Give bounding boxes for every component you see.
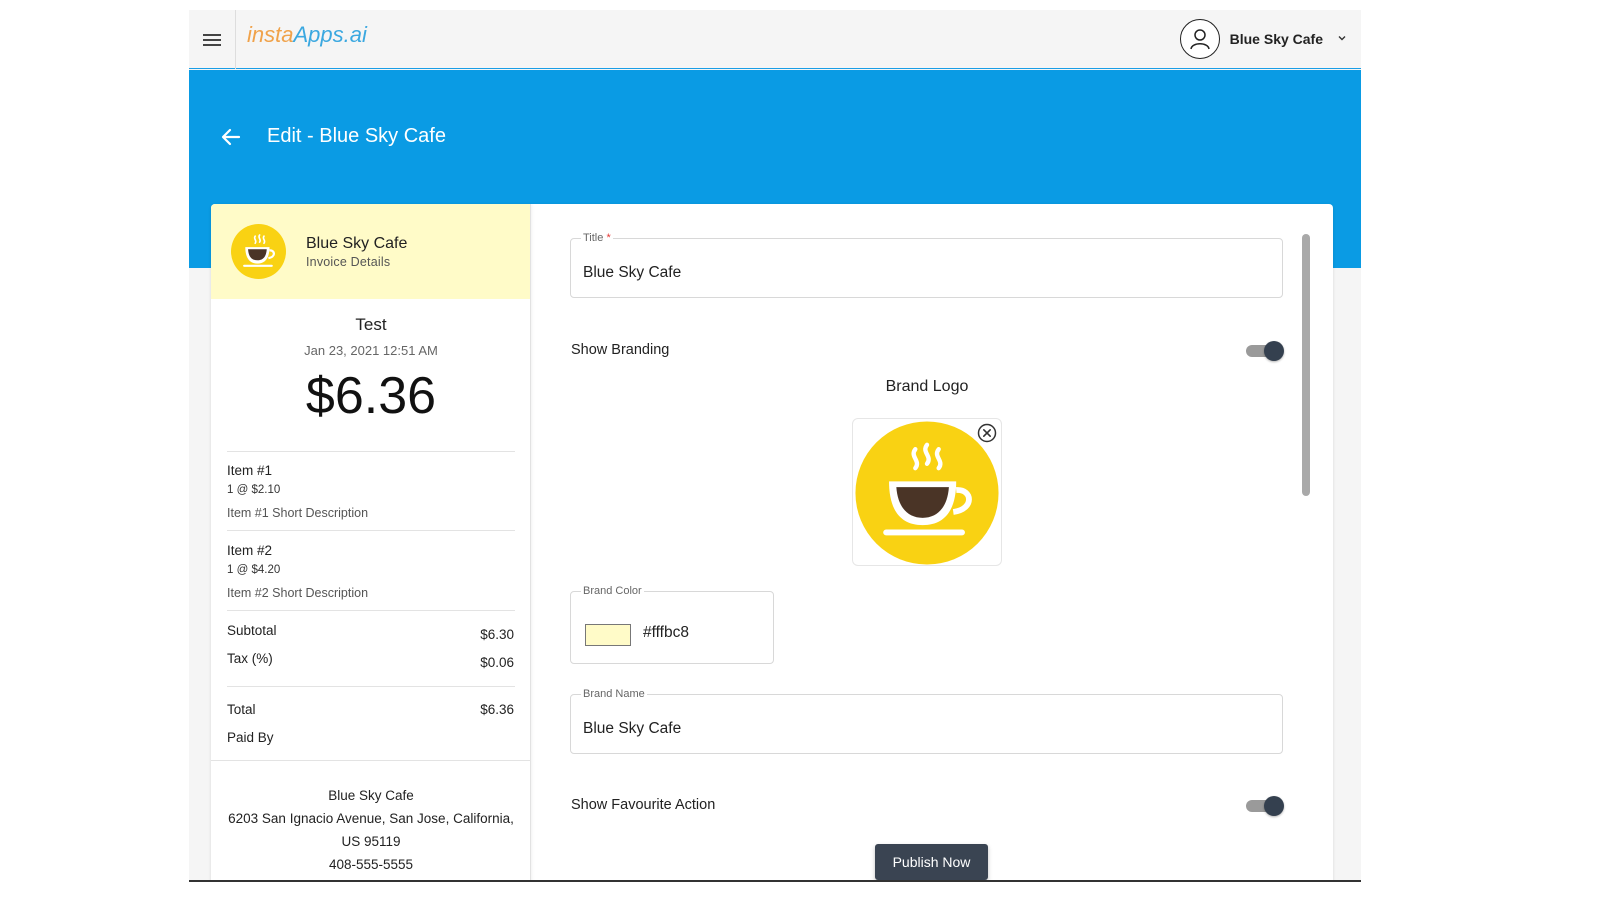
show-favourite-toggle[interactable] xyxy=(1246,796,1284,816)
invoice-date: Jan 23, 2021 12:51 AM xyxy=(304,343,438,358)
title-input[interactable]: Blue Sky Cafe xyxy=(583,264,681,282)
total-value: $6.36 xyxy=(480,702,514,717)
footer-phone: 408-555-5555 xyxy=(328,857,414,872)
brand-color-swatch[interactable] xyxy=(585,624,631,646)
footer-business-name: Blue Sky Cafe xyxy=(328,788,414,803)
brand-name-label: Brand Name xyxy=(581,688,647,700)
total-label: Total xyxy=(227,702,256,717)
show-branding-toggle[interactable] xyxy=(1246,341,1284,361)
footer-address-line2: US 95119 xyxy=(341,834,401,849)
coffee-cup-icon xyxy=(231,224,286,279)
edit-form: Title * Blue Sky Cafe Show Branding Bran… xyxy=(533,204,1333,880)
tax-value: $0.06 xyxy=(480,655,514,670)
title-field-label: Title * xyxy=(581,232,613,244)
invoice-name: Test xyxy=(355,315,387,334)
divider xyxy=(211,760,531,761)
toggle-thumb xyxy=(1264,796,1284,816)
chevron-down-icon xyxy=(1337,33,1347,46)
hamburger-icon xyxy=(203,33,221,46)
brand-logo-upload[interactable] xyxy=(852,418,1002,566)
invoice-preview: Blue Sky Cafe Invoice Details Test Jan 2… xyxy=(211,204,531,880)
page-title: Edit - Blue Sky Cafe xyxy=(267,125,446,147)
item-description: Item #2 Short Description xyxy=(227,586,369,600)
brand-name-input[interactable]: Blue Sky Cafe xyxy=(583,720,681,738)
divider xyxy=(227,610,515,611)
paid-by-label: Paid By xyxy=(227,730,274,745)
top-bar: instaApps.ai Blue Sky Cafe xyxy=(189,10,1361,69)
show-favourite-label: Show Favourite Action xyxy=(571,797,716,813)
brand-color-input[interactable]: #fffbc8 xyxy=(643,624,689,642)
close-circle-icon xyxy=(977,423,997,443)
edit-card: Blue Sky Cafe Invoice Details Test Jan 2… xyxy=(211,204,1333,880)
toggle-thumb xyxy=(1264,341,1284,361)
title-field[interactable]: Title * Blue Sky Cafe xyxy=(570,232,1283,298)
item-qty: 1 @ $2.10 xyxy=(227,484,281,496)
preview-subtitle: Invoice Details xyxy=(306,255,391,269)
invoice-amount: $6.36 xyxy=(305,367,437,425)
footer-address-line1: 6203 San Ignacio Avenue, San Jose, Calif… xyxy=(228,811,514,826)
preview-header: Blue Sky Cafe Invoice Details xyxy=(211,204,530,299)
app-window: instaApps.ai Blue Sky Cafe Edit - Blue S… xyxy=(189,10,1361,882)
subtotal-value: $6.30 xyxy=(480,627,514,642)
brand-color-label: Brand Color xyxy=(581,585,644,597)
brand-logo-label: Brand Logo xyxy=(885,378,969,395)
show-branding-label: Show Branding xyxy=(571,342,670,358)
publish-now-button[interactable]: Publish Now xyxy=(875,844,988,880)
divider xyxy=(227,686,515,687)
user-menu[interactable]: Blue Sky Cafe xyxy=(1179,17,1347,61)
back-button[interactable] xyxy=(219,125,243,149)
item-name: Item #1 xyxy=(227,463,273,478)
divider xyxy=(227,530,515,531)
brand-name-field[interactable]: Brand Name Blue Sky Cafe xyxy=(570,688,1283,754)
menu-button[interactable] xyxy=(189,10,236,69)
preview-brand-name: Blue Sky Cafe xyxy=(306,235,408,252)
subtotal-label: Subtotal xyxy=(227,623,277,638)
remove-logo-button[interactable] xyxy=(977,423,997,443)
item-description: Item #1 Short Description xyxy=(227,506,369,520)
divider xyxy=(227,451,515,452)
brand-color-field[interactable]: Brand Color #fffbc8 xyxy=(570,585,774,664)
app-logo[interactable]: instaApps.ai xyxy=(247,22,367,48)
tax-label: Tax (%) xyxy=(227,651,273,666)
item-name: Item #2 xyxy=(227,543,273,558)
user-circle-icon xyxy=(1179,19,1220,59)
arrow-left-icon xyxy=(221,128,241,146)
form-scrollbar[interactable] xyxy=(1302,234,1310,496)
user-name: Blue Sky Cafe xyxy=(1229,31,1323,47)
item-qty: 1 @ $4.20 xyxy=(227,564,281,576)
